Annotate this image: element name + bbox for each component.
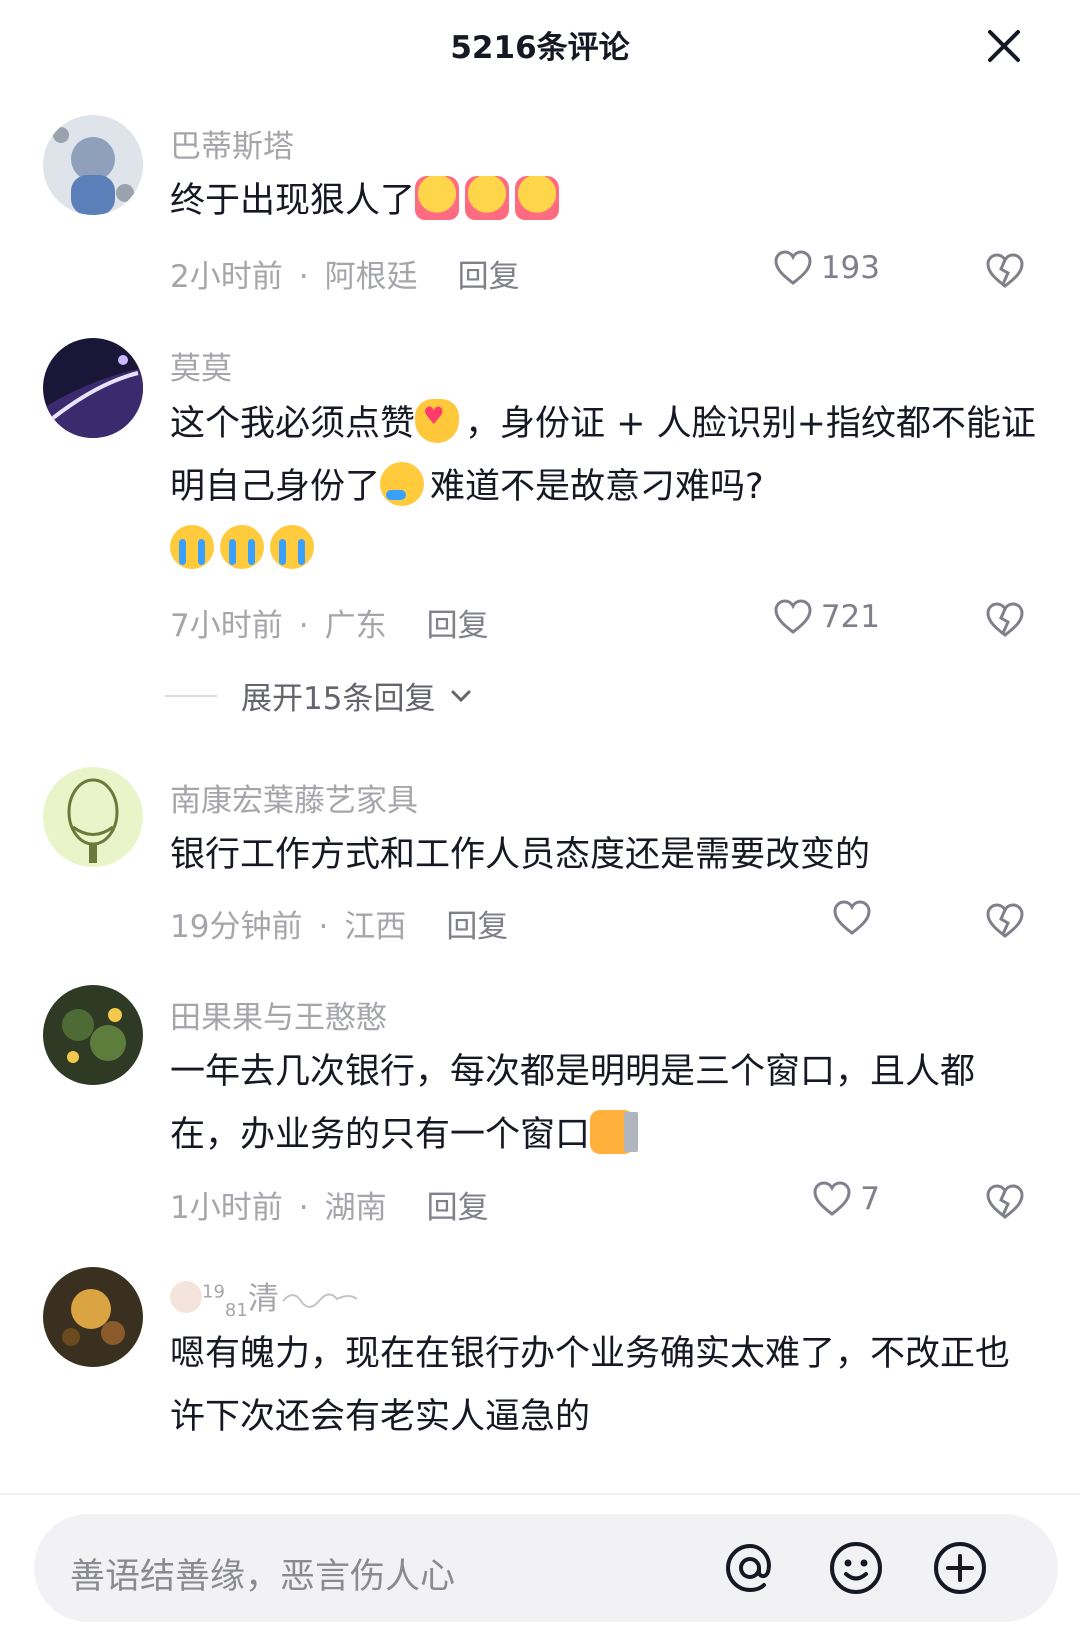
comment-input-placeholder[interactable]: 善语结善缘，恶言伤人心 [70, 1548, 455, 1599]
dislike-heart-icon[interactable] [985, 1182, 1025, 1222]
reply-button[interactable]: 回复 [427, 1190, 489, 1226]
crying-emoji-icon [220, 525, 264, 569]
comment-text: 嗯有魄力，现在在银行办个业务确实太难了，不改正也许下次还会有老实人逼急的 [170, 1323, 1040, 1449]
comment-text-body: 终于出现狠人了 [170, 181, 416, 221]
cat-emoji-icon [590, 1110, 639, 1154]
like-button[interactable]: 193 [773, 249, 880, 287]
username[interactable]: 1981清 [170, 1273, 359, 1321]
crying-emoji-icon [170, 525, 214, 569]
username[interactable]: 南康宏葉藤艺家具 [170, 775, 418, 820]
comment-meta: 7小时前 · 广东 回复 [170, 600, 489, 645]
comment-time: 1小时前 [170, 1190, 283, 1226]
comment-location: 阿根廷 [324, 259, 418, 295]
comment-meta: 19分钟前 · 江西 回复 [170, 901, 508, 946]
comment-text: 一年去几次银行，每次都是明明是三个窗口，且人都在，办业务的只有一个窗口 [170, 1041, 1040, 1167]
comment-count-title: 5216条评论 [450, 30, 630, 66]
meta-separator: · [318, 909, 329, 945]
heart-icon [774, 599, 812, 634]
dislike-heart-icon[interactable] [985, 600, 1025, 640]
comment-text-body: 难道不是故意刁难吗? [430, 467, 764, 507]
username[interactable]: 莫莫 [170, 343, 232, 388]
meta-separator: · [298, 1190, 309, 1226]
dislike-heart-icon[interactable] [985, 251, 1025, 291]
comment-input-bar[interactable]: 善语结善缘，恶言伤人心 [34, 1514, 1058, 1622]
comment-text: 这个我必须点赞，身份证 + 人脸识别+指纹都不能证明自己身份了难道不是故意刁难吗… [170, 385, 1040, 582]
comment-text-body: 嗯有魄力，现在在银行办个业务确实太难了，不改正也许下次还会有老实人逼急的 [170, 1334, 1011, 1437]
comment-location: 广东 [324, 608, 387, 644]
like-button[interactable]: 721 [773, 598, 880, 636]
comment-text: 终于出现狠人了 [170, 170, 1040, 233]
heart-icon [774, 250, 812, 285]
reply-button[interactable]: 回复 [458, 259, 520, 295]
expand-divider [165, 694, 217, 697]
like-count: 721 [820, 599, 880, 635]
comment-text-body: 这个我必须点赞 [170, 404, 416, 444]
username-text: 清 [247, 1281, 279, 1317]
thumbs-up-emoji-icon [515, 176, 560, 220]
comment-text-body: 银行工作方式和工作人员态度还是需要改变的 [170, 835, 871, 875]
expand-replies-label: 展开15条回复 [241, 681, 436, 717]
laugh-cry-emoji-icon [380, 462, 425, 506]
emoji-icon[interactable] [826, 1538, 886, 1598]
avatar[interactable] [43, 767, 143, 867]
crying-emoji-icon [270, 525, 314, 569]
comment-time: 2小时前 [170, 259, 283, 295]
username[interactable]: 田果果与王憨憨 [170, 992, 387, 1037]
comment-location: 江西 [344, 909, 407, 945]
chicken-emoji-icon [170, 1281, 202, 1313]
like-count: 7 [860, 1181, 880, 1217]
thumbs-up-emoji-icon [465, 176, 510, 220]
avatar[interactable] [43, 115, 143, 215]
comment-text-body: 一年去几次银行，每次都是明明是三个窗口，且人都在，办业务的只有一个窗口 [170, 1052, 976, 1155]
close-icon[interactable] [982, 24, 1026, 68]
avatar[interactable] [43, 1267, 143, 1367]
avatar[interactable] [43, 338, 143, 438]
like-button[interactable] [832, 899, 880, 937]
username-sup: 19 [202, 1281, 225, 1303]
dislike-heart-icon[interactable] [985, 901, 1025, 941]
finger-heart-emoji-icon [415, 385, 460, 448]
comment-meta: 2小时前 · 阿根廷 回复 [170, 251, 520, 296]
comments-header: 5216条评论 [0, 0, 1080, 95]
comment-time: 19分钟前 [170, 909, 303, 945]
comment-text: 银行工作方式和工作人员态度还是需要改变的 [170, 824, 1040, 887]
comment-location: 湖南 [324, 1190, 387, 1226]
comment-meta: 1小时前 · 湖南 回复 [170, 1182, 489, 1227]
username[interactable]: 巴蒂斯塔 [170, 121, 294, 166]
thumbs-up-emoji-icon [415, 176, 460, 220]
reply-button[interactable]: 回复 [446, 909, 508, 945]
comment-list[interactable]: 巴蒂斯塔 终于出现狠人了 2小时前·阿根廷回复 193 莫莫 这个我必须点赞，身… [0, 95, 1080, 1493]
meta-separator: · [298, 608, 309, 644]
chevron-down-icon [451, 690, 471, 702]
expand-replies-button[interactable]: 展开15条回复 [165, 673, 475, 718]
username-sub: 81 [224, 1300, 248, 1322]
reply-button[interactable]: 回复 [427, 608, 489, 644]
avatar[interactable] [43, 985, 143, 1085]
heart-icon [813, 1181, 851, 1216]
plus-icon[interactable] [930, 1538, 990, 1598]
comment-time: 7小时前 [170, 608, 283, 644]
squiggle-decoration-icon [279, 1283, 359, 1308]
at-icon[interactable] [720, 1538, 780, 1598]
meta-separator: · [298, 259, 309, 295]
like-button[interactable]: 7 [812, 1180, 880, 1218]
input-divider [0, 1493, 1080, 1495]
heart-icon [833, 900, 871, 935]
like-count: 193 [820, 250, 880, 286]
